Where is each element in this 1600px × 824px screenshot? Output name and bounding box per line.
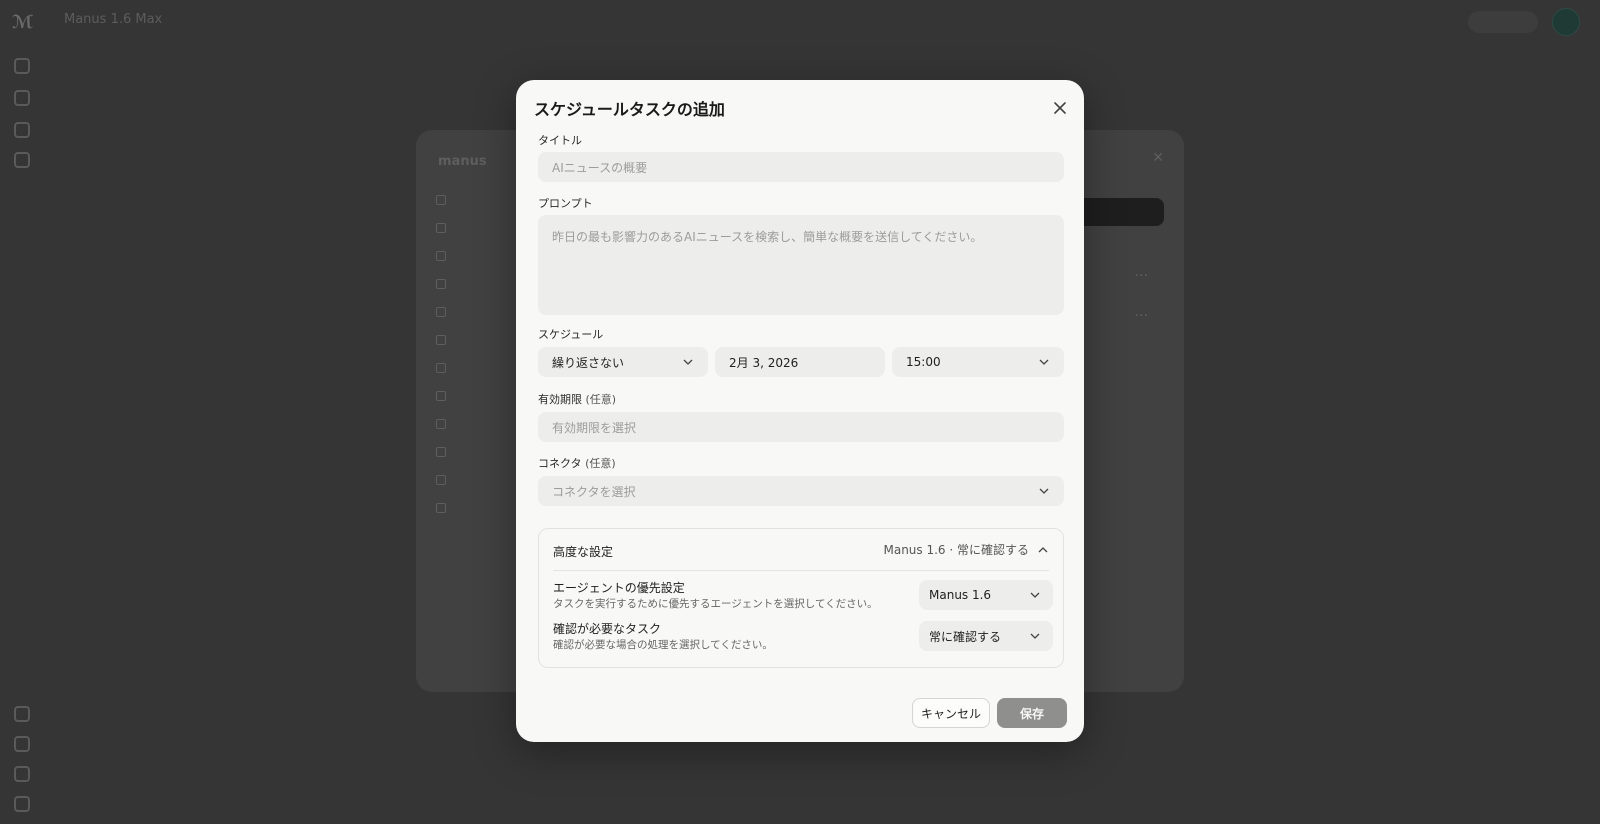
close-button[interactable] [1050, 98, 1070, 118]
confirm-tasks-value: 常に確認する [929, 629, 1002, 644]
agent-preference-title: エージェントの優先設定 [553, 581, 685, 595]
time-select[interactable]: 15:00 [892, 347, 1064, 377]
background-menu-item [436, 242, 446, 270]
chevron-down-icon [1038, 485, 1050, 497]
background-settings-menu [436, 186, 446, 522]
title-input[interactable]: AIニュースの概要 [538, 152, 1064, 182]
expiry-input[interactable]: 有効期限を選択 [538, 412, 1064, 442]
search-icon [14, 90, 30, 106]
expiry-label-text: 有効期限 [538, 393, 582, 406]
advanced-settings-panel: 高度な設定 Manus 1.6 · 常に確認する エージェントの優先設定 タスク… [538, 528, 1064, 668]
help-icon [14, 766, 30, 782]
expiry-placeholder: 有効期限を選択 [552, 420, 637, 435]
background-menu-item [436, 326, 446, 354]
confirm-tasks-select[interactable]: 常に確認する [919, 621, 1053, 651]
divider [553, 570, 1049, 571]
background-app-title: Manus 1.6 Max [64, 12, 163, 27]
title-placeholder: AIニュースの概要 [552, 160, 648, 175]
date-value: 2月 3, 2026 [729, 355, 799, 370]
expiry-label: 有効期限 (任意) [538, 391, 616, 407]
prompt-textarea[interactable]: 昨日の最も影響力のあるAIニュースを検索し、簡単な概要を送信してください。 [538, 215, 1064, 315]
background-menu-item [436, 382, 446, 410]
library-icon [14, 122, 30, 138]
confirm-tasks-description: 確認が必要な場合の処理を選択してください。 [553, 639, 773, 651]
connector-optional: (任意) [585, 457, 616, 470]
advanced-settings-title[interactable]: 高度な設定 [553, 543, 613, 560]
background-menu-item [436, 354, 446, 382]
background-schedule-button [1078, 198, 1164, 226]
chevron-down-icon [1038, 356, 1050, 368]
advanced-settings-summary: Manus 1.6 · 常に確認する [883, 543, 1029, 557]
background-more-icon: ··· [1134, 268, 1148, 284]
connector-placeholder: コネクタを選択 [552, 484, 636, 499]
background-menu-item [436, 298, 446, 326]
background-settings-title: manus [438, 154, 487, 169]
app-logo-icon: ℳ [12, 12, 34, 33]
chevron-down-icon [1029, 630, 1041, 642]
agent-preference-select[interactable]: Manus 1.6 [919, 580, 1053, 610]
background-top-pill [1468, 11, 1538, 33]
background-menu-item [436, 438, 446, 466]
advanced-settings-toggle[interactable]: Manus 1.6 · 常に確認する [883, 541, 1049, 558]
prompt-placeholder: 昨日の最も影響力のあるAIニュースを検索し、簡単な概要を送信してください。 [552, 230, 983, 244]
date-picker[interactable]: 2月 3, 2026 [715, 347, 885, 377]
sidebar-rail: ℳ [0, 0, 42, 824]
cancel-button[interactable]: キャンセル [912, 698, 990, 728]
agent-preference-description: タスクを実行するために優先するエージェントを選択してください。 [553, 598, 878, 610]
folder-icon [14, 152, 30, 168]
save-button[interactable]: 保存 [997, 698, 1067, 728]
background-close-icon: ✕ [1152, 150, 1164, 166]
expiry-optional: (任意) [585, 393, 617, 406]
repeat-select[interactable]: 繰り返さない [538, 347, 708, 377]
background-menu-item [436, 186, 446, 214]
add-scheduled-task-dialog: スケジュールタスクの追加 タイトル AIニュースの概要 プロンプト 昨日の最も影… [516, 80, 1084, 742]
chevron-up-icon [1037, 544, 1049, 556]
new-task-icon [14, 58, 30, 74]
agent-preference-value: Manus 1.6 [929, 588, 992, 602]
prompt-label: プロンプト [538, 197, 593, 210]
repeat-value: 繰り返さない [552, 355, 625, 370]
background-top-right [1468, 8, 1580, 36]
chevron-down-icon [1029, 589, 1041, 601]
background-menu-item [436, 214, 446, 242]
connector-label: コネクタ (任意) [538, 455, 616, 471]
background-more-icon: ··· [1134, 308, 1148, 324]
dialog-title: スケジュールタスクの追加 [534, 100, 725, 119]
avatar [1552, 8, 1580, 36]
close-icon [1054, 102, 1066, 114]
title-label: タイトル [538, 134, 582, 147]
background-menu-item [436, 466, 446, 494]
schedule-label: スケジュール [538, 328, 604, 341]
background-menu-item [436, 494, 446, 522]
background-menu-item [436, 410, 446, 438]
confirm-tasks-title: 確認が必要なタスク [553, 622, 662, 636]
chevron-down-icon [682, 356, 694, 368]
profile-icon [14, 796, 30, 812]
share-icon [14, 736, 30, 752]
connector-select[interactable]: コネクタを選択 [538, 476, 1064, 506]
connector-label-text: コネクタ [538, 457, 582, 470]
time-value: 15:00 [906, 355, 941, 369]
settings-icon [14, 706, 30, 722]
background-menu-item [436, 270, 446, 298]
